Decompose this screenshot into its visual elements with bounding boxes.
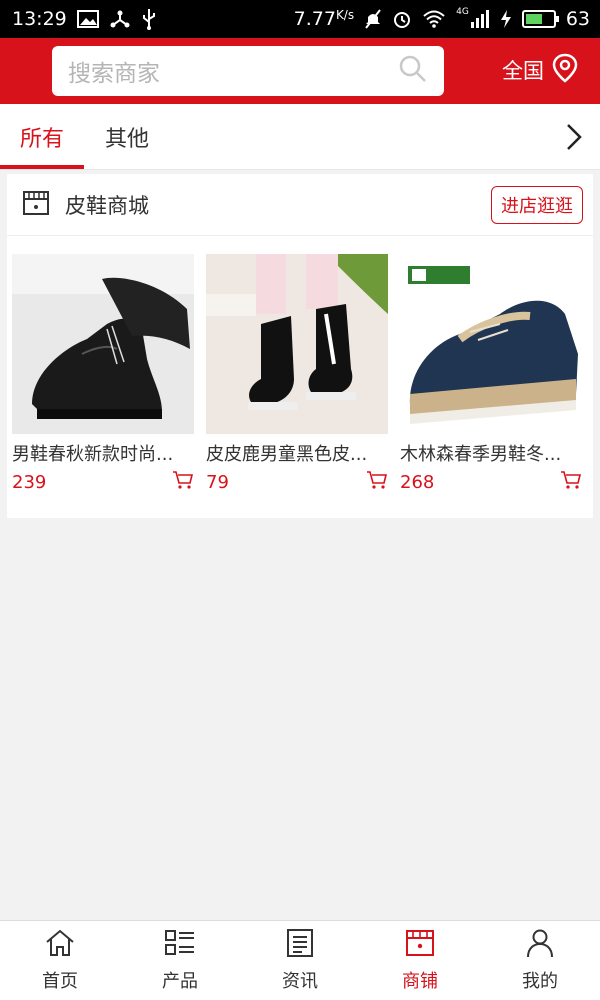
chevron-right-icon[interactable] [560, 120, 588, 154]
region-label: 全国 [502, 59, 544, 83]
product-image[interactable] [400, 254, 582, 434]
product-card[interactable]: 男鞋春秋新款时尚... 239 [12, 254, 194, 494]
user-icon [524, 928, 556, 963]
shop-card-header: 皮鞋商城 进店逛逛 [7, 174, 593, 236]
nav-mine[interactable]: 我的 [480, 921, 600, 1000]
cart-icon[interactable] [560, 470, 582, 494]
product-card[interactable]: 皮皮鹿男童黑色皮... 79 [206, 254, 388, 494]
image-icon [76, 8, 99, 30]
nav-news[interactable]: 资讯 [240, 921, 360, 1000]
charging-icon [500, 8, 512, 30]
store-icon [21, 188, 51, 222]
network-speed: 7.77K/s [293, 8, 355, 30]
product-name: 木林森春季男鞋冬... [400, 444, 562, 465]
visit-shop-button[interactable]: 进店逛逛 [491, 185, 583, 224]
product-name: 皮皮鹿男童黑色皮... [206, 444, 368, 465]
product-price: 268 [400, 471, 435, 493]
search-placeholder: 搜索商家 [68, 61, 160, 87]
product-name: 男鞋春秋新款时尚... [12, 444, 174, 465]
usb-icon [141, 8, 157, 30]
wifi-icon [422, 8, 446, 30]
shop-name: 皮鞋商城 [65, 193, 149, 218]
cart-icon[interactable] [366, 470, 388, 494]
cart-icon[interactable] [172, 470, 194, 494]
location-pin-icon [552, 53, 578, 88]
battery-icon [521, 10, 559, 28]
battery-level: 63 [565, 8, 590, 30]
nav-news-label: 资讯 [282, 971, 318, 992]
active-tab-indicator [0, 165, 84, 169]
product-card[interactable]: 木林森春季男鞋冬... 268 [400, 254, 582, 494]
status-bar: 13:29 7.77K/s 4G 63 [0, 0, 600, 38]
store-icon [404, 928, 436, 963]
tab-all[interactable]: 所有 [0, 104, 84, 170]
nav-products-label: 产品 [162, 971, 198, 992]
nav-store-label: 商铺 [402, 971, 438, 992]
product-image[interactable] [12, 254, 194, 434]
nav-products[interactable]: 产品 [120, 921, 240, 1000]
nav-home[interactable]: 首页 [0, 921, 120, 1000]
status-time: 13:29 [12, 8, 67, 30]
share-icon [109, 8, 131, 30]
news-icon [284, 928, 316, 963]
nav-store[interactable]: 商铺 [360, 921, 480, 1000]
grid-list-icon [164, 928, 196, 963]
product-image[interactable] [206, 254, 388, 434]
nav-mine-label: 我的 [522, 971, 558, 992]
region-selector[interactable]: 全国 [502, 52, 578, 88]
alarm-icon [392, 8, 412, 30]
product-price: 239 [12, 471, 47, 493]
product-price: 79 [206, 471, 229, 493]
search-input[interactable]: 搜索商家 [52, 46, 444, 96]
shop-card: 皮鞋商城 进店逛逛 男鞋春秋新款时尚... 239 皮皮鹿男童黑色皮... 79… [7, 174, 593, 518]
header: 搜索商家 全国 [0, 38, 600, 104]
mute-icon [364, 8, 382, 30]
nav-home-label: 首页 [42, 971, 78, 992]
signal-icon: 4G [456, 7, 490, 30]
search-icon[interactable] [398, 54, 428, 88]
bottom-nav: 首页 产品 资讯 商铺 我的 [0, 920, 600, 1000]
tab-other[interactable]: 其他 [90, 104, 164, 170]
home-icon [44, 928, 76, 963]
category-tabs: 所有 其他 [0, 104, 600, 170]
product-list: 男鞋春秋新款时尚... 239 皮皮鹿男童黑色皮... 79 木林森春季男鞋冬.… [12, 254, 588, 494]
